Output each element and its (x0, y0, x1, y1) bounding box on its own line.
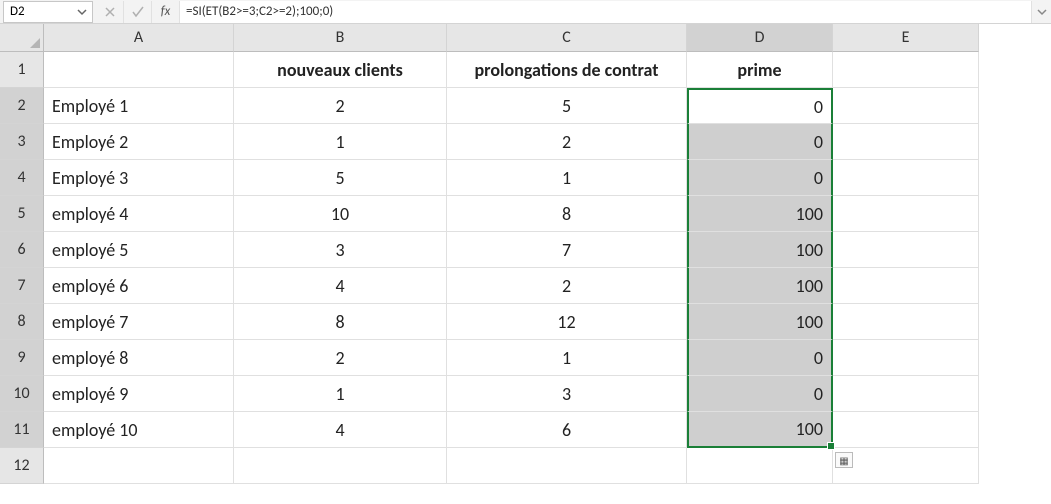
cell-C1[interactable]: prolongations de contrat (447, 52, 687, 88)
cell-C3[interactable]: 2 (447, 124, 687, 160)
cell-B4[interactable]: 5 (234, 160, 447, 196)
cell-D9[interactable]: 0 (687, 340, 833, 376)
cell-E5[interactable] (833, 196, 979, 232)
cell-A11[interactable]: employé 10 (44, 412, 234, 448)
cell-D7[interactable]: 100 (687, 268, 833, 304)
cell-E12[interactable] (833, 448, 979, 484)
cell-C8[interactable]: 12 (447, 304, 687, 340)
cell-A1[interactable] (44, 52, 234, 88)
cell-B1[interactable]: nouveaux clients (234, 52, 447, 88)
cell-B12[interactable] (234, 448, 447, 484)
cell-A4[interactable]: Employé 3 (44, 160, 234, 196)
fx-icon[interactable]: fx (152, 1, 180, 23)
cell-A9[interactable]: employé 8 (44, 340, 234, 376)
cell-D10[interactable]: 0 (687, 376, 833, 412)
row-header-11[interactable]: 11 (0, 412, 44, 448)
cancel-icon[interactable] (96, 1, 124, 23)
cell-E6[interactable] (833, 232, 979, 268)
cell-A12[interactable] (44, 448, 234, 484)
name-box-value: D2 (10, 4, 25, 19)
formula-bar: D2 fx (0, 0, 1051, 24)
row-header-6[interactable]: 6 (0, 232, 44, 268)
cell-A5[interactable]: employé 4 (44, 196, 234, 232)
cell-A6[interactable]: employé 5 (44, 232, 234, 268)
select-all-corner[interactable] (0, 24, 44, 52)
cell-D5[interactable]: 100 (687, 196, 833, 232)
cell-C11[interactable]: 6 (447, 412, 687, 448)
cell-D3[interactable]: 0 (687, 124, 833, 160)
cell-B2[interactable]: 2 (234, 88, 447, 124)
cell-D2[interactable]: 0 (687, 88, 833, 124)
cell-A2[interactable]: Employé 1 (44, 88, 234, 124)
row-header-4[interactable]: 4 (0, 160, 44, 196)
cell-A10[interactable]: employé 9 (44, 376, 234, 412)
cell-E8[interactable] (833, 304, 979, 340)
cell-E4[interactable] (833, 160, 979, 196)
cell-B5[interactable]: 10 (234, 196, 447, 232)
cell-E7[interactable] (833, 268, 979, 304)
cell-A8[interactable]: employé 7 (44, 304, 234, 340)
col-header-C[interactable]: C (447, 24, 687, 52)
row-header-3[interactable]: 3 (0, 124, 44, 160)
cell-D12[interactable] (687, 448, 833, 484)
cell-D8[interactable]: 100 (687, 304, 833, 340)
fill-handle[interactable] (827, 442, 835, 450)
cell-D1[interactable]: prime (687, 52, 833, 88)
cell-E1[interactable] (833, 52, 979, 88)
formula-input[interactable] (180, 1, 1031, 23)
cell-C4[interactable]: 1 (447, 160, 687, 196)
row-header-2[interactable]: 2 (0, 88, 44, 124)
row-header-5[interactable]: 5 (0, 196, 44, 232)
col-header-A[interactable]: A (44, 24, 234, 52)
cell-A3[interactable]: Employé 2 (44, 124, 234, 160)
row-header-1[interactable]: 1 (0, 52, 44, 88)
spreadsheet-grid: A B C D E 1 nouveaux clients prolongatio… (0, 24, 1051, 484)
cell-E9[interactable] (833, 340, 979, 376)
row-header-7[interactable]: 7 (0, 268, 44, 304)
cell-B7[interactable]: 4 (234, 268, 447, 304)
cell-B11[interactable]: 4 (234, 412, 447, 448)
enter-icon[interactable] (124, 1, 152, 23)
row-header-9[interactable]: 9 (0, 340, 44, 376)
cell-E2[interactable] (833, 88, 979, 124)
cell-C2[interactable]: 5 (447, 88, 687, 124)
cell-A7[interactable]: employé 6 (44, 268, 234, 304)
cell-C10[interactable]: 3 (447, 376, 687, 412)
cell-C5[interactable]: 8 (447, 196, 687, 232)
cell-B3[interactable]: 1 (234, 124, 447, 160)
col-header-E[interactable]: E (833, 24, 979, 52)
paste-options-icon[interactable]: ▦ (835, 452, 853, 468)
cell-D11[interactable]: 100 ▦ (687, 412, 833, 448)
col-header-D[interactable]: D (687, 24, 833, 52)
cell-E10[interactable] (833, 376, 979, 412)
row-header-10[interactable]: 10 (0, 376, 44, 412)
cell-B6[interactable]: 3 (234, 232, 447, 268)
cell-C6[interactable]: 7 (447, 232, 687, 268)
name-box[interactable]: D2 (3, 1, 93, 23)
cell-B8[interactable]: 8 (234, 304, 447, 340)
row-header-8[interactable]: 8 (0, 304, 44, 340)
cell-B10[interactable]: 1 (234, 376, 447, 412)
cell-B9[interactable]: 2 (234, 340, 447, 376)
col-header-B[interactable]: B (234, 24, 447, 52)
formula-expand-icon[interactable] (1031, 1, 1051, 23)
row-header-12[interactable]: 12 (0, 448, 44, 484)
cell-D11-value: 100 (796, 418, 823, 440)
cell-C9[interactable]: 1 (447, 340, 687, 376)
cell-C7[interactable]: 2 (447, 268, 687, 304)
chevron-down-icon[interactable] (74, 4, 90, 20)
cell-E11[interactable] (833, 412, 979, 448)
cell-D6[interactable]: 100 (687, 232, 833, 268)
cell-C12[interactable] (447, 448, 687, 484)
cell-D4[interactable]: 0 (687, 160, 833, 196)
cell-E3[interactable] (833, 124, 979, 160)
